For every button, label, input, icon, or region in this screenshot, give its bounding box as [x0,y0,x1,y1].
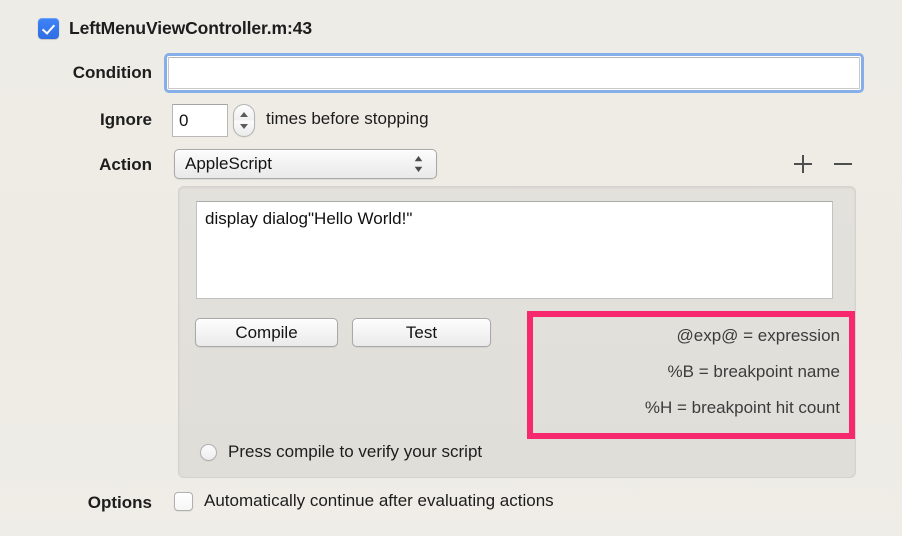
remove-action-button[interactable] [830,151,856,177]
substitution-legend: @exp@ = expression %B = breakpoint name … [540,318,840,426]
legend-line-breakpoint-name: %B = breakpoint name [667,362,840,381]
options-label: Options [87,493,152,512]
stepper-down-icon[interactable] [240,124,248,129]
action-label: Action [99,155,152,174]
auto-continue-checkbox[interactable] [174,491,193,511]
compile-status-indicator [200,443,217,461]
stepper-up-icon[interactable] [240,112,248,117]
breakpoint-title: LeftMenuViewController.m:43 [69,18,312,38]
applescript-editor[interactable] [196,201,833,299]
add-action-button[interactable] [790,151,816,177]
breakpoint-enabled-checkbox[interactable] [38,18,59,39]
breakpoint-header: LeftMenuViewController.m:43 [38,18,312,39]
ignore-count-input[interactable] [172,104,228,137]
action-type-popup[interactable]: AppleScript [174,149,437,179]
options-row: Automatically continue after evaluating … [174,491,554,511]
test-button[interactable]: Test [352,318,491,347]
ignore-suffix-label: times before stopping [266,109,429,128]
minus-icon [834,163,852,165]
legend-line-expression: @exp@ = expression [676,326,840,345]
compile-button[interactable]: Compile [195,318,338,347]
condition-input[interactable] [168,57,860,89]
plus-icon-vertical [802,155,804,173]
auto-continue-label: Automatically continue after evaluating … [204,491,554,510]
legend-line-hit-count: %H = breakpoint hit count [644,398,840,417]
compile-status-label: Press compile to verify your script [228,442,483,461]
action-type-value: AppleScript [185,154,272,173]
chevron-up-down-icon [414,156,423,172]
compile-status-row: Press compile to verify your script [200,442,482,462]
ignore-label: Ignore [100,110,152,129]
breakpoint-edit-popover: LeftMenuViewController.m:43 Condition Ig… [0,0,902,536]
condition-label: Condition [72,63,152,82]
ignore-count-stepper[interactable] [233,104,255,137]
